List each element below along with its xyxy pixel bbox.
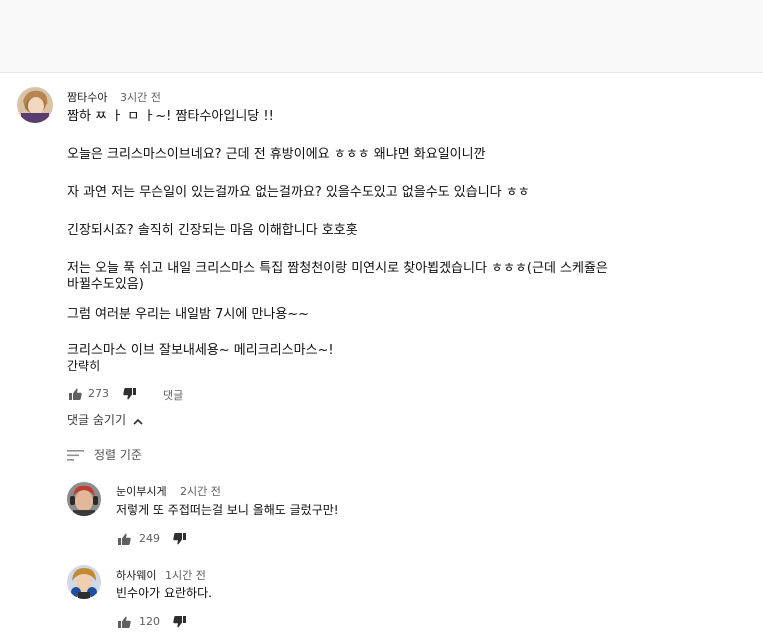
- reply-timestamp[interactable]: 2시간 전: [180, 483, 221, 499]
- reply-author[interactable]: 눈이부시게: [116, 483, 167, 499]
- like-count: 120: [139, 615, 160, 628]
- like-icon[interactable]: [68, 386, 82, 400]
- dislike-icon[interactable]: [173, 531, 187, 545]
- reply-text: 저렇게 또 주접떠는걸 보니 올해도 글렀구만!: [116, 503, 339, 517]
- comment-line: 크리스마스 이브 잘보내세용~ 메리크리스마스~!: [67, 343, 334, 358]
- like-count: 249: [139, 532, 160, 545]
- hide-replies-label: 댓글 숨기기: [67, 413, 127, 427]
- comment-line: 짬하 ㅉ ㅏ ㅁ ㅏ~! 짬타수아입니당 !!: [67, 109, 274, 124]
- comments-panel: 짬타수아 3시간 전 짬하 ㅉ ㅏ ㅁ ㅏ~! 짬타수아입니당 !! 오늘은 크…: [0, 72, 763, 637]
- comment-line: 자 과연 저는 무슨일이 있는걸까요 없는걸까요? 있을수도있고 없을수도 있습…: [67, 185, 530, 200]
- sort-icon[interactable]: [67, 447, 84, 461]
- chevron-up-icon: [133, 414, 143, 428]
- dislike-icon[interactable]: [173, 614, 187, 628]
- like-icon[interactable]: [117, 614, 131, 628]
- hide-replies-button[interactable]: 댓글 숨기기: [67, 411, 143, 428]
- sort-label[interactable]: 정렬 기준: [94, 446, 142, 463]
- comment-line: 바뀔수도있음): [67, 277, 144, 292]
- show-less-link[interactable]: 간략히: [67, 358, 100, 374]
- reply-avatar[interactable]: [67, 565, 101, 599]
- reply-button[interactable]: 댓글: [163, 387, 183, 403]
- like-count: 273: [88, 387, 109, 400]
- comment-line: 그럼 여러분 우리는 내일밤 7시에 만나용~~: [67, 307, 310, 322]
- like-icon[interactable]: [117, 531, 131, 545]
- comment-line: 오늘은 크리스마스이브네요? 근데 전 휴방이에요 ㅎㅎㅎ 왜냐면 화요일이니깐: [67, 147, 486, 162]
- comment-timestamp[interactable]: 3시간 전: [120, 89, 161, 105]
- commenter-avatar[interactable]: [17, 87, 53, 123]
- comment-line: 긴장되시죠? 솔직히 긴장되는 마음 이해합니다 호호홋: [67, 223, 358, 238]
- comment-line: 저는 오늘 푹 쉬고 내일 크리스마스 특집 짬청천이랑 미연시로 찾아뵙겠습니…: [67, 261, 608, 276]
- dislike-icon[interactable]: [123, 386, 137, 400]
- reply-timestamp[interactable]: 1시간 전: [165, 567, 206, 583]
- reply-text: 빈수아가 요란하다.: [116, 586, 212, 600]
- reply-avatar[interactable]: [67, 482, 101, 516]
- comment-author[interactable]: 짬타수아: [67, 89, 107, 105]
- top-background: [0, 0, 763, 72]
- reply-author[interactable]: 하사웨이: [116, 567, 156, 583]
